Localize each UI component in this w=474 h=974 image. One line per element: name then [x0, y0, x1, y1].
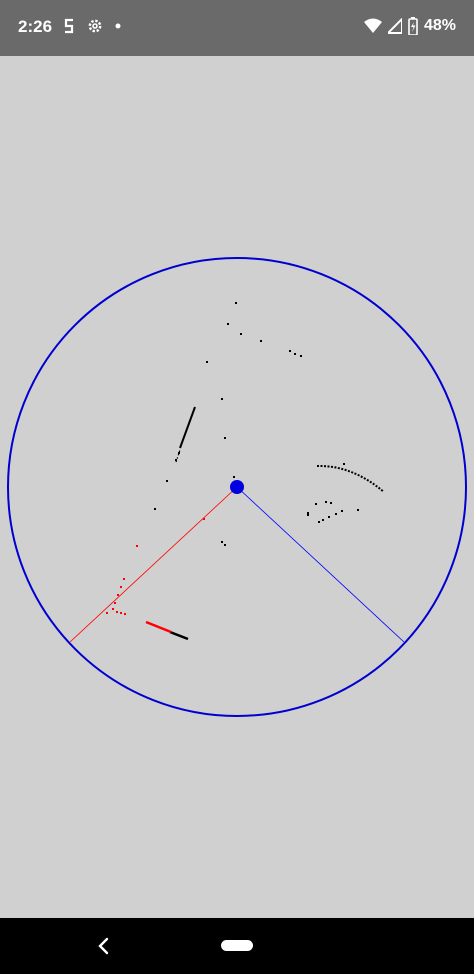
highlighted-wall-segment: [145, 620, 172, 634]
obstacle-points: [154, 302, 359, 546]
cell-signal-icon: [387, 18, 402, 34]
obstacle-wall-segment: [169, 630, 189, 641]
lidar-scan-svg: [7, 257, 467, 717]
gear-icon: [86, 17, 104, 35]
s-logo-icon: [62, 16, 76, 36]
right-fov-ray: [236, 486, 405, 643]
left-fov-ray: [69, 486, 238, 643]
back-icon[interactable]: [92, 934, 116, 958]
status-bar: 2:26 48%: [0, 0, 474, 56]
home-pill[interactable]: [221, 940, 253, 951]
status-time: 2:26: [18, 17, 53, 36]
dot-icon: [114, 22, 122, 30]
robot-position: [230, 480, 244, 494]
obstacle-wall-segment: [179, 406, 196, 449]
status-left-icons: [62, 16, 122, 36]
wifi-icon: [363, 18, 382, 34]
battery-percent: 48%: [423, 17, 456, 34]
lidar-viewer-screen: 2:26 48%: [0, 0, 474, 974]
navigation-bar: [0, 918, 474, 974]
highlighted-points: [106, 518, 205, 615]
obstacle-arc: [316, 464, 385, 493]
status-right: 48%: [363, 17, 456, 35]
lidar-canvas[interactable]: [0, 56, 474, 918]
battery-icon: [408, 17, 418, 35]
